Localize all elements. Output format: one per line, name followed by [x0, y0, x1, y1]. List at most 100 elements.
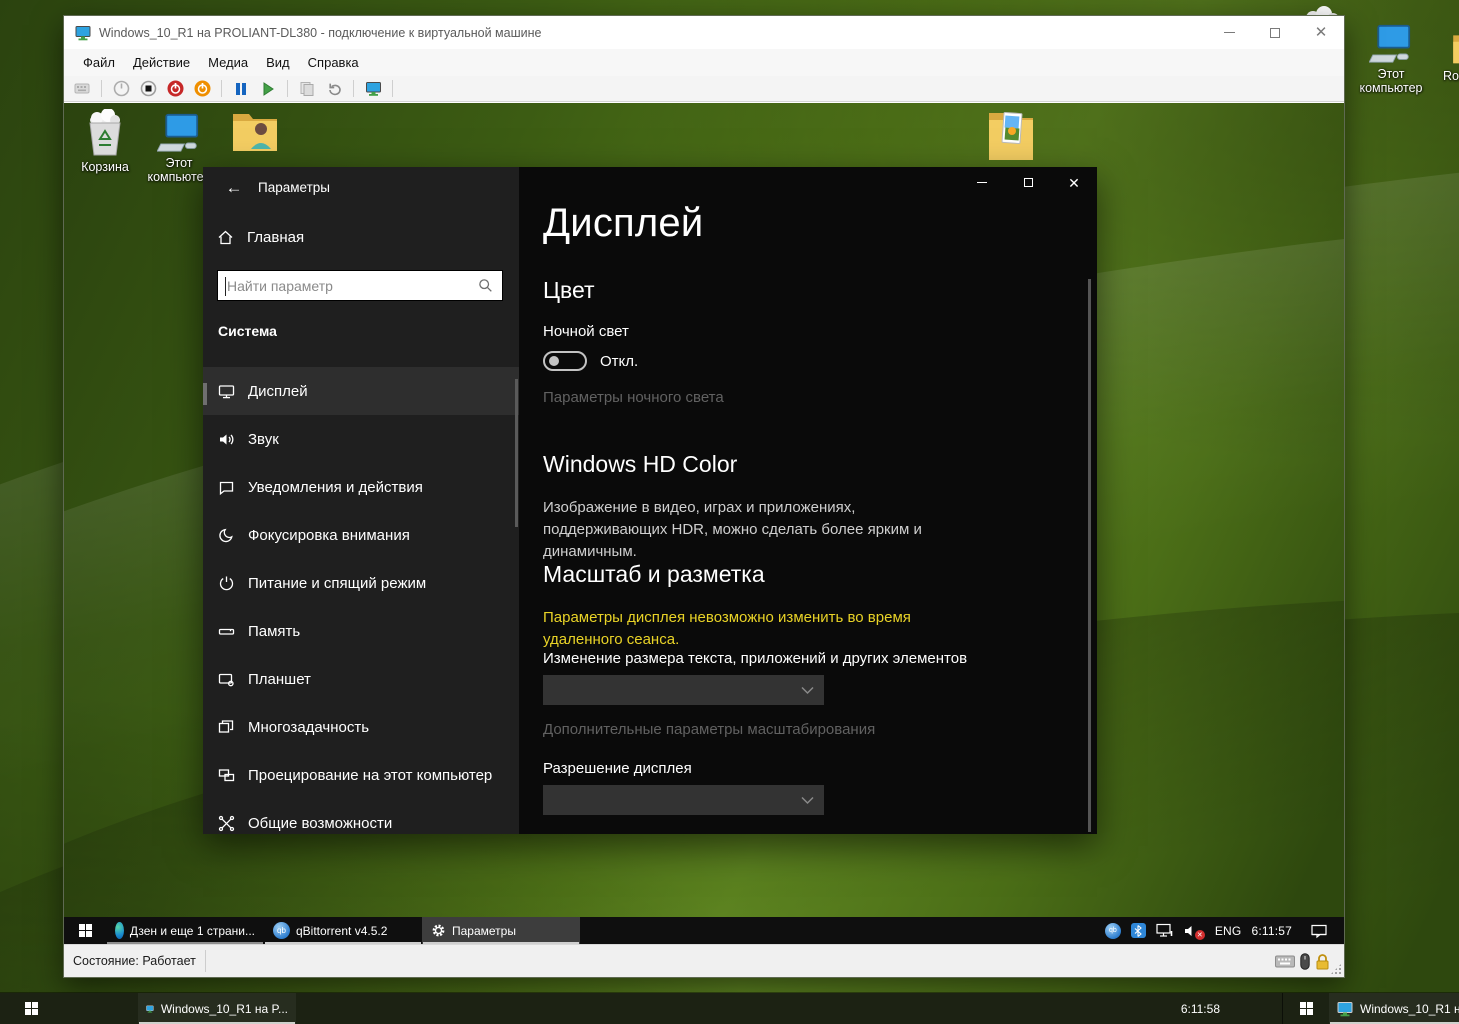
maximize-button[interactable]	[1005, 167, 1051, 198]
host-taskbar-button-vm[interactable]: Windows_10_R1 на P...	[138, 993, 296, 1024]
scale-section-heading: Масштаб и разметка	[543, 561, 765, 588]
close-button[interactable]: ✕	[1051, 167, 1097, 198]
menu-media[interactable]: Медиа	[199, 50, 257, 75]
taskbar-button-label: Дзен и еще 1 страни...	[130, 924, 255, 938]
taskbar-button-qbittorrent[interactable]: qb qBittorrent v4.5.2	[264, 917, 422, 944]
scale-dropdown[interactable]	[543, 675, 824, 705]
sidebar-item-display[interactable]: Дисплей	[203, 367, 519, 415]
host-taskbar-button-vm-monitor2[interactable]: Windows_10_R1 на P.	[1329, 993, 1459, 1024]
sidebar-item-storage[interactable]: Память	[203, 607, 519, 655]
guest-clock[interactable]: 6:11:57	[1251, 924, 1292, 938]
night-light-settings-link[interactable]: Параметры ночного света	[543, 389, 724, 406]
close-button[interactable]: ✕	[1298, 16, 1344, 49]
multitasking-icon	[218, 719, 235, 736]
save-vm-button[interactable]	[192, 79, 212, 99]
sidebar-item-multitasking[interactable]: Многозадачность	[203, 703, 519, 751]
host-desktop-icon-folder[interactable]: Ror	[1427, 30, 1459, 83]
turn-off-vm-button[interactable]	[138, 79, 158, 99]
guest-desktop-icon-user-folder[interactable]	[216, 109, 294, 153]
guest-desktop-icon-pictures-folder[interactable]	[972, 105, 1050, 165]
toolbar-separator	[287, 80, 288, 97]
menu-action[interactable]: Действие	[124, 50, 199, 75]
sidebar-item-label: Фокусировка внимания	[248, 527, 410, 544]
volume-muted-icon[interactable]: ✕	[1184, 924, 1199, 938]
pause-icon	[234, 82, 248, 96]
maximize-button[interactable]	[1252, 16, 1298, 49]
window-caption-buttons: ✕	[1206, 16, 1344, 49]
sidebar-item-sound[interactable]: Звук	[203, 415, 519, 463]
revert-arrow-icon	[326, 81, 342, 97]
revert-button[interactable]	[324, 79, 344, 99]
vm-titlebar[interactable]: Windows_10_R1 на PROLIANT-DL380 - подклю…	[64, 16, 1344, 49]
pause-vm-button[interactable]	[231, 79, 251, 99]
sidebar-left-scrollbar[interactable]	[203, 383, 207, 405]
vm-menubar: Файл Действие Медиа Вид Справка	[64, 49, 1344, 76]
back-button[interactable]: ←	[217, 173, 251, 203]
night-light-toggle[interactable]	[543, 351, 587, 371]
play-icon	[261, 82, 275, 96]
taskbar-button-settings[interactable]: Параметры	[422, 917, 580, 944]
hyperv-app-icon	[146, 1001, 154, 1017]
host-desktop-icon-this-pc[interactable]: Этот компьютер	[1352, 24, 1430, 96]
taskbar-button-edge[interactable]: Дзен и еще 1 страни...	[106, 917, 264, 944]
sidebar-item-shared-experiences[interactable]: Общие возможности	[203, 799, 519, 847]
sidebar-item-home[interactable]: Главная	[217, 229, 304, 246]
settings-title: Параметры	[258, 180, 330, 195]
sidebar-item-label: Дисплей	[248, 383, 308, 400]
bluetooth-icon[interactable]	[1131, 923, 1146, 938]
power-icon	[218, 575, 235, 592]
ctrl-alt-del-button[interactable]	[72, 79, 92, 99]
search-icon[interactable]	[478, 278, 502, 293]
desktop-icon-label: Ror	[1427, 69, 1459, 83]
taskbar-button-label: Windows_10_R1 на P...	[161, 1002, 288, 1016]
window-title: Windows_10_R1 на PROLIANT-DL380 - подклю…	[99, 26, 541, 40]
desktop-icon-label: Корзина	[66, 160, 144, 174]
action-center-icon[interactable]	[1310, 923, 1328, 939]
start-vm-button[interactable]	[111, 79, 131, 99]
night-light-label: Ночной свет	[543, 323, 629, 340]
vmconnect-window: Windows_10_R1 на PROLIANT-DL380 - подклю…	[63, 15, 1345, 978]
host-start-button[interactable]	[8, 993, 54, 1024]
toggle-knob-icon	[549, 356, 559, 366]
sidebar-item-projecting[interactable]: Проецирование на этот компьютер	[203, 751, 519, 799]
keyboard-status-icon	[1275, 955, 1295, 968]
resolution-dropdown[interactable]	[543, 785, 824, 815]
sidebar-item-power-sleep[interactable]: Питание и спящий режим	[203, 559, 519, 607]
menu-file[interactable]: Файл	[74, 50, 124, 75]
notifications-icon	[218, 479, 235, 496]
close-icon: ✕	[1315, 25, 1328, 40]
sidebar-home-label: Главная	[247, 229, 304, 246]
settings-search-box[interactable]	[217, 270, 503, 301]
resume-vm-button[interactable]	[258, 79, 278, 99]
host-start-button-monitor2[interactable]	[1283, 993, 1329, 1024]
shutdown-red-icon	[167, 80, 184, 97]
advanced-scaling-link[interactable]: Дополнительные параметры масштабирования	[543, 721, 875, 738]
display-icon	[218, 383, 235, 400]
search-input[interactable]	[218, 278, 478, 294]
main-scrollbar[interactable]	[1088, 279, 1091, 832]
settings-main-panel: Дисплей Цвет Ночной свет Откл. Параметры…	[519, 167, 1097, 834]
qbittorrent-tray-icon[interactable]: qb	[1105, 923, 1121, 939]
sidebar-item-label: Многозадачность	[248, 719, 369, 736]
vm-toolbar	[64, 76, 1344, 102]
enhanced-session-button[interactable]	[363, 79, 383, 99]
minimize-button[interactable]	[1206, 16, 1252, 49]
minimize-button[interactable]	[959, 167, 1005, 198]
sidebar-item-tablet[interactable]: Планшет	[203, 655, 519, 703]
guest-screen: Корзина Этот компьютер	[64, 103, 1344, 944]
resolution-dropdown-label: Разрешение дисплея	[543, 760, 692, 777]
checkpoint-button[interactable]	[297, 79, 317, 99]
this-pc-icon	[1369, 24, 1413, 64]
shut-down-vm-button[interactable]	[165, 79, 185, 99]
host-clock[interactable]: 6:11:58	[1169, 993, 1232, 1024]
menu-help[interactable]: Справка	[299, 50, 368, 75]
sidebar-item-notifications[interactable]: Уведомления и действия	[203, 463, 519, 511]
guest-desktop-icon-recycle-bin[interactable]: Корзина	[66, 109, 144, 174]
sidebar-scrollbar[interactable]	[515, 379, 518, 527]
language-indicator[interactable]: ENG	[1215, 924, 1242, 938]
enhanced-session-icon	[365, 81, 382, 97]
menu-view[interactable]: Вид	[257, 50, 299, 75]
network-icon[interactable]	[1156, 923, 1174, 938]
sidebar-item-focus-assist[interactable]: Фокусировка внимания	[203, 511, 519, 559]
guest-start-button[interactable]	[64, 917, 106, 944]
